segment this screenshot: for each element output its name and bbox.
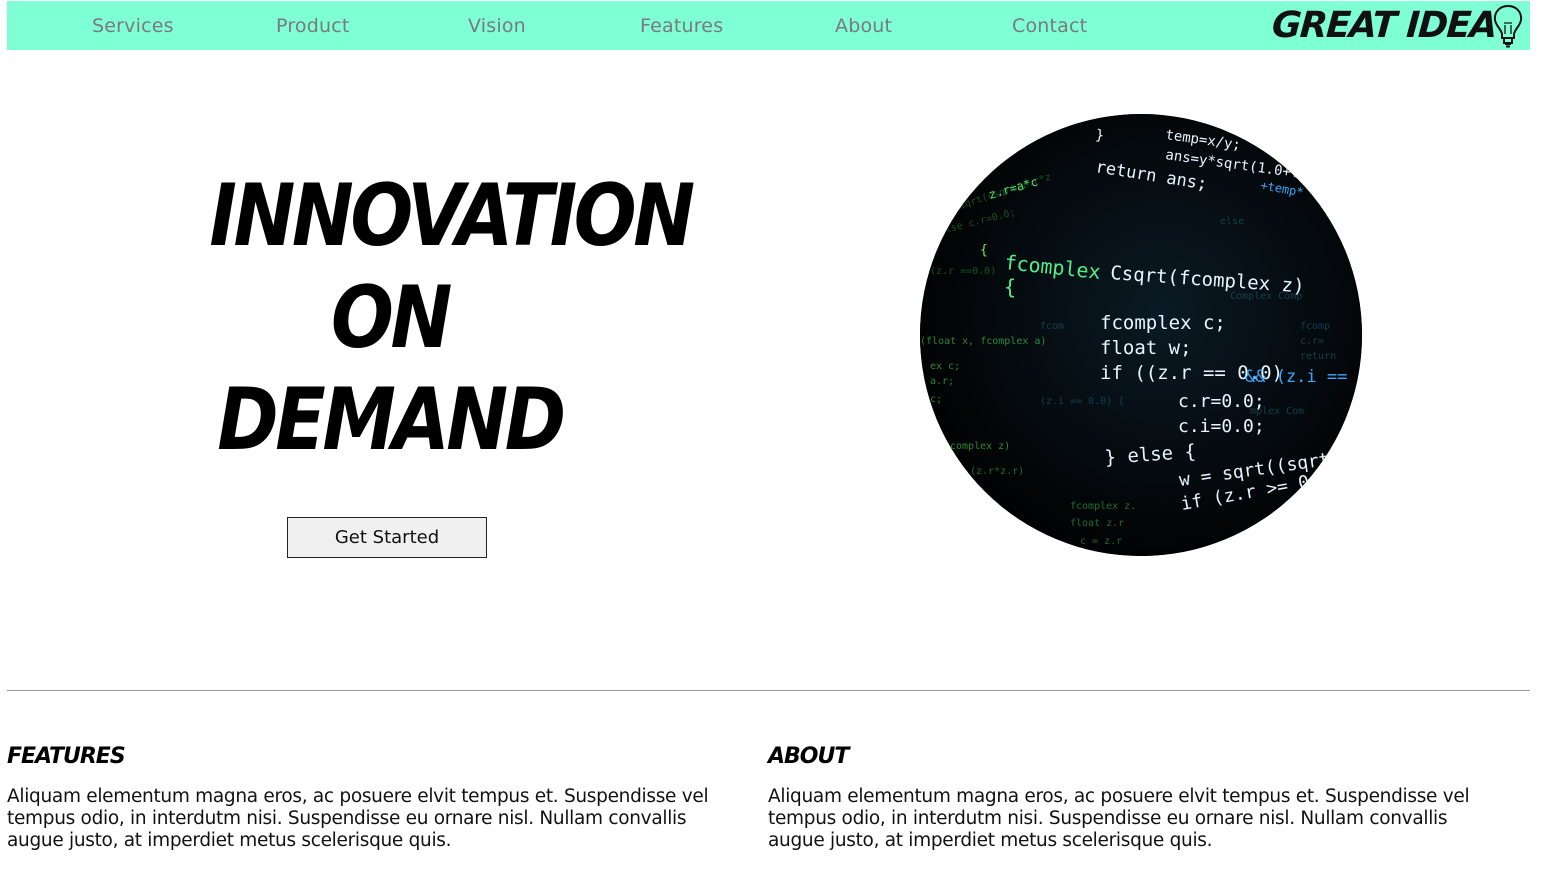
svg-text:else: else xyxy=(1220,216,1244,227)
svg-text:c = z.r: c = z.r xyxy=(1080,536,1122,547)
page: Services Product Vision Features About C… xyxy=(0,0,1541,893)
svg-text:complex z): complex z) xyxy=(950,441,1010,452)
nav-item-services[interactable]: Services xyxy=(92,15,174,37)
svg-text:(float x, fcomplex a): (float x, fcomplex a) xyxy=(920,336,1046,347)
code-image: } sqrt(csqrt(z.r*z else c.r=0.0; (z.r ==… xyxy=(920,114,1362,556)
features-body: Aliquam elementum magna eros, ac posuere… xyxy=(7,786,709,851)
logo[interactable]: GREAT IDEA xyxy=(1270,3,1526,48)
svg-text:}: } xyxy=(948,175,957,187)
svg-text:c.i=0.0;: c.i=0.0; xyxy=(1178,416,1265,437)
svg-text:fcomp: fcomp xyxy=(1300,321,1330,332)
svg-text:(z.r ==0.0): (z.r ==0.0) xyxy=(930,266,996,277)
section-divider xyxy=(7,690,1530,691)
hero-title-line-1: INNOVATION xyxy=(209,166,695,266)
svg-text:float z.r: float z.r xyxy=(1070,518,1124,529)
hero-title: INNOVATION ON DEMAND xyxy=(209,165,695,471)
about-section: ABOUT Aliquam elementum magna eros, ac p… xyxy=(768,744,1508,852)
features-section: FEATURES Aliquam elementum magna eros, a… xyxy=(7,744,747,852)
svg-text:c.r=: c.r= xyxy=(1300,336,1324,347)
svg-text:(z.r*z.r): (z.r*z.r) xyxy=(970,466,1024,477)
nav-item-about[interactable]: About xyxy=(835,15,892,37)
top-nav: Services Product Vision Features About C… xyxy=(7,1,1530,50)
get-started-button[interactable]: Get Started xyxy=(287,517,487,558)
hero-title-line-3: DEMAND xyxy=(217,370,566,470)
code-image-graphic: } sqrt(csqrt(z.r*z else c.r=0.0; (z.r ==… xyxy=(920,114,1362,556)
svg-text:return: return xyxy=(1300,351,1336,362)
nav-item-contact[interactable]: Contact xyxy=(1012,15,1087,37)
svg-text:fcomplex c;: fcomplex c; xyxy=(1100,312,1226,334)
svg-text:{: { xyxy=(980,243,988,258)
svg-text:{: { xyxy=(1004,275,1016,299)
svg-text:float w;: float w; xyxy=(1100,337,1192,359)
svg-text:c;: c; xyxy=(930,394,942,405)
nav-item-features[interactable]: Features xyxy=(640,15,723,37)
svg-text:fcomplex z.: fcomplex z. xyxy=(1070,501,1136,512)
svg-text:a.r;: a.r; xyxy=(930,376,954,387)
about-body: Aliquam elementum magna eros, ac posuere… xyxy=(768,786,1470,851)
svg-text:c.r=0.0;: c.r=0.0; xyxy=(1178,391,1265,412)
nav-item-vision[interactable]: Vision xyxy=(468,15,526,37)
logo-text: GREAT IDEA xyxy=(1270,5,1498,46)
svg-text:fcom: fcom xyxy=(1040,321,1064,332)
svg-text:(z.i == 0.0) {: (z.i == 0.0) { xyxy=(1040,396,1124,407)
svg-text:&& (z.i == 0.0)) {: && (z.i == 0.0)) { xyxy=(1245,367,1362,387)
features-heading: FEATURES xyxy=(7,744,126,769)
about-heading: ABOUT xyxy=(768,744,849,769)
hero-title-line-2: ON xyxy=(331,268,452,368)
svg-text:ex c;: ex c; xyxy=(930,361,960,372)
nav-item-product[interactable]: Product xyxy=(276,15,350,37)
